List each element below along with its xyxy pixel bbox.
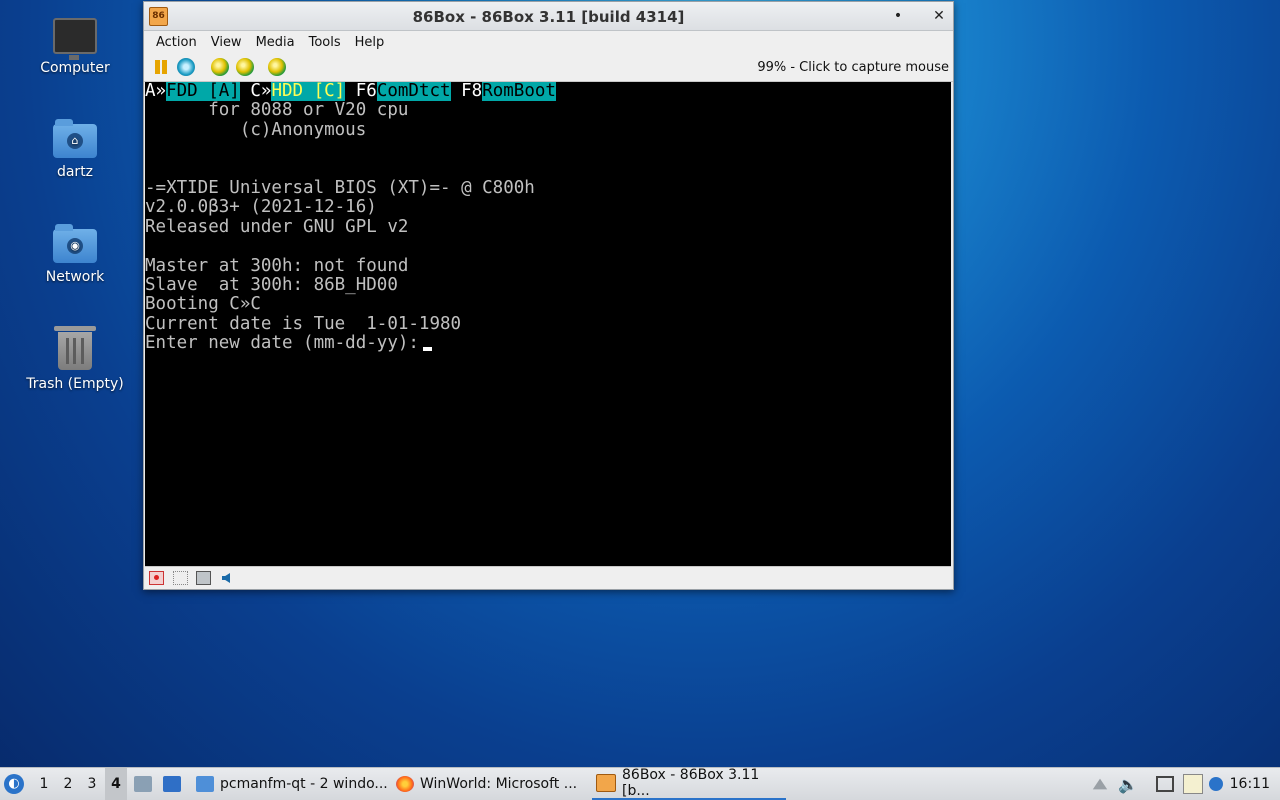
boot-hdd-label: HDD [C] [271,82,346,101]
quicklaunch-desktop[interactable] [163,768,181,800]
desktop-icon-network[interactable]: ◉ Network [20,224,130,285]
workspace-1[interactable]: 1 [33,768,55,800]
update-tray[interactable] [1209,768,1223,800]
screen-line [145,237,951,256]
86box-icon [596,774,616,792]
pause-icon[interactable] [152,58,170,76]
screen-line: Booting C»C [145,294,261,315]
screen-line: Master at 300h: not found [145,255,409,276]
boot-f8-key: F8 [450,82,483,101]
desktop-icon-label: Trash (Empty) [26,376,124,392]
home-folder-icon: ⌂ [53,119,97,158]
screen-line: v2.0.0β3+ (2021-12-16) [145,197,377,218]
menu-tools[interactable]: Tools [302,35,348,50]
desktop-icon-label: Network [45,269,105,285]
floppy-icon[interactable] [149,571,164,585]
boot-f6-label: ComDtct [376,82,451,101]
clock[interactable]: 16:11 [1230,768,1270,800]
task-label: 86Box - 86Box 3.11 [b... [622,767,760,799]
volume-button[interactable]: 🔈 [1118,768,1138,800]
start-icon: ◐ [4,774,24,794]
workspace-3[interactable]: 3 [81,768,103,800]
start-menu-button[interactable]: ◐ [4,768,28,800]
boot-a-prefix: A» [145,82,167,101]
hdd-icon[interactable] [196,571,211,585]
desktop-icon-label: dartz [56,164,94,180]
menu-help[interactable]: Help [348,35,392,50]
settings-icon[interactable] [268,58,286,76]
menu-media[interactable]: Media [249,35,302,50]
boot-c-prefix: C» [239,82,272,101]
clipboard-tray[interactable] [1183,768,1203,800]
menu-action[interactable]: Action [149,35,204,50]
quicklaunch-files[interactable] [134,768,152,800]
screen-line: for 8088 or V20 cpu [145,100,409,121]
screen-line: (c)Anonymous [145,119,367,140]
task-label: pcmanfm-qt - 2 windo... [220,776,388,792]
clipboard-icon [1183,774,1203,794]
screen-header: A»FDD [A] C»HDD [C] F6ComDtct F8RomBoot [145,82,951,101]
screen-line: -=XTIDE Universal BIOS (XT)=- @ C800h [145,177,535,198]
file-manager-icon [134,776,152,792]
task-label: WinWorld: Microsoft ... [420,776,578,792]
desktop-icon-home[interactable]: ⌂ dartz [20,119,130,180]
workspace-4[interactable]: 4 [105,768,127,800]
trash-icon [54,326,96,370]
update-notifier-icon [1209,777,1223,791]
boot-f6-key: F6 [345,82,377,101]
ctrl-alt-del-icon[interactable] [211,58,229,76]
screen-line [145,140,951,159]
screen-line: Released under GNU GPL v2 [145,216,409,237]
text-cursor [422,347,432,352]
computer-icon [53,18,97,60]
screen-line: Current date is Tue 1-01-1980 [145,313,462,334]
tray-arrow[interactable] [1091,768,1109,800]
desktop-icon-trash[interactable]: Trash (Empty) [20,326,130,392]
emulator-window: 86 86Box - 86Box 3.11 [build 4314] • ✕ A… [143,1,954,590]
network-icon[interactable] [220,571,235,585]
tray-expand-icon [1092,778,1108,790]
boot-f8-label: RomBoot [482,82,556,101]
capture-status[interactable]: 99% - Click to capture mouse [757,60,949,75]
network-folder-icon: ◉ [53,224,97,263]
network-tray[interactable] [1156,768,1174,800]
window-statusbar [145,566,951,589]
network-tray-icon [1156,776,1174,792]
task-86box[interactable]: 86Box - 86Box 3.11 [b... [592,767,786,800]
volume-icon: 🔈 [1118,774,1138,794]
cdrom-icon[interactable] [173,571,188,585]
screen-line [145,160,951,179]
screen-line: Slave at 300h: 86B_HD00 [145,274,398,295]
date-prompt-line: Enter new date (mm-dd-yy): [145,333,951,354]
menu-bar: Action View Media Tools Help [144,31,953,53]
hard-reset-icon[interactable] [177,58,195,76]
show-desktop-icon [163,776,181,792]
taskbar: ◐ 1 2 3 4 pcmanfm-qt - 2 windo... WinWor… [0,767,1280,800]
desktop-icon-label: Computer [40,60,110,76]
date-prompt: Enter new date (mm-dd-yy): [145,333,419,354]
ctrl-alt-esc-icon[interactable] [236,58,254,76]
close-button[interactable]: ✕ [928,6,950,26]
folder-icon [196,776,214,792]
workspace-2[interactable]: 2 [57,768,79,800]
desktop-icon-computer[interactable]: Computer [20,18,130,76]
window-titlebar[interactable]: 86 86Box - 86Box 3.11 [build 4314] • ✕ [144,2,953,31]
task-pcmanfm[interactable]: pcmanfm-qt - 2 windo... [192,768,390,800]
minimize-button[interactable]: • [887,6,909,26]
menu-view[interactable]: View [204,35,249,50]
boot-fdd-label: FDD [A] [166,82,240,101]
emulated-screen[interactable]: A»FDD [A] C»HDD [C] F6ComDtct F8RomBoot … [145,82,951,566]
task-firefox[interactable]: WinWorld: Microsoft ... [392,768,590,800]
toolbar: 99% - Click to capture mouse [144,53,953,82]
firefox-icon [396,776,414,792]
window-title: 86Box - 86Box 3.11 [build 4314] [412,8,685,26]
